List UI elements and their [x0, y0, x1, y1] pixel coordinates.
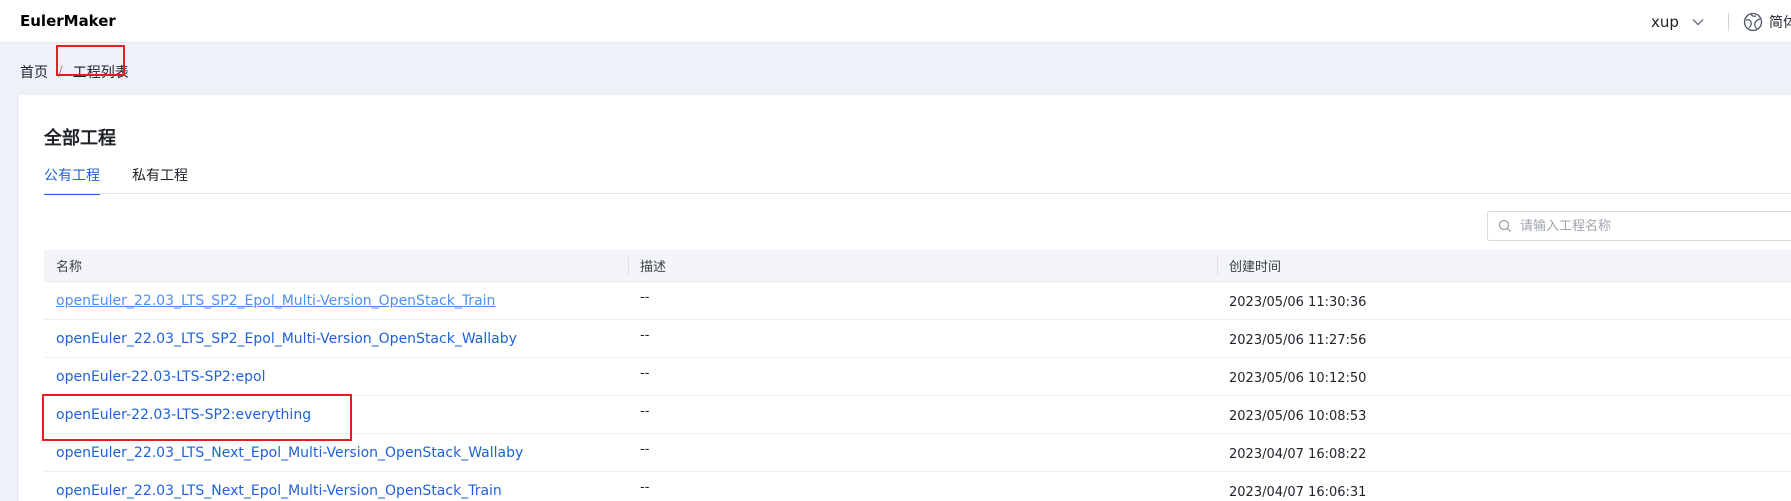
- chevron-down-icon: [1692, 19, 1704, 26]
- page-title: 全部工程: [44, 128, 116, 149]
- table-row: openEuler_22.03_LTS_Next_Epol_Multi-Vers…: [44, 434, 1791, 472]
- tabs-divider: [44, 193, 1791, 194]
- column-header-name: 名称: [56, 260, 83, 275]
- column-header-created-time: 创建时间: [1217, 250, 1791, 281]
- project-description: --: [640, 366, 650, 381]
- table-row: openEuler-22.03-LTS-SP2:everything -- 20…: [44, 396, 1791, 434]
- project-created-time: 2023/05/06 10:12:50: [1229, 370, 1367, 386]
- globe-icon: [1743, 12, 1763, 32]
- project-search: [1487, 211, 1791, 241]
- breadcrumb-separator: /: [58, 64, 63, 80]
- project-link[interactable]: openEuler_22.03_LTS_SP2_Epol_Multi-Versi…: [56, 331, 517, 347]
- search-input[interactable]: [1520, 218, 1780, 234]
- project-link[interactable]: openEuler_22.03_LTS_SP2_Epol_Multi-Versi…: [56, 293, 495, 309]
- breadcrumb-home[interactable]: 首页: [20, 62, 48, 82]
- breadcrumb: 首页 / 工程列表: [20, 62, 129, 82]
- project-created-time: 2023/05/06 10:08:53: [1229, 408, 1367, 424]
- project-tabs: 公有工程 私有工程: [44, 165, 188, 195]
- project-created-time: 2023/05/06 11:27:56: [1229, 332, 1367, 348]
- project-created-time: 2023/04/07 16:06:31: [1229, 484, 1367, 500]
- project-link[interactable]: openEuler-22.03-LTS-SP2:everything: [56, 407, 311, 423]
- breadcrumb-current: 工程列表: [72, 65, 129, 81]
- table-row: openEuler-22.03-LTS-SP2:epol -- 2023/05/…: [44, 358, 1791, 396]
- language-label: 简体中文: [1769, 15, 1791, 31]
- table-row: openEuler_22.03_LTS_Next_Epol_Multi-Vers…: [44, 472, 1791, 501]
- table-header: 名称 描述 创建时间: [44, 250, 1791, 282]
- project-link[interactable]: openEuler_22.03_LTS_Next_Epol_Multi-Vers…: [56, 445, 523, 461]
- project-description: --: [640, 290, 650, 305]
- user-menu[interactable]: xup: [1651, 13, 1705, 31]
- project-link[interactable]: openEuler_22.03_LTS_Next_Epol_Multi-Vers…: [56, 483, 502, 499]
- projects-table: 名称 描述 创建时间 openEuler_22.03_LTS_SP2_Epol_…: [44, 250, 1791, 501]
- project-created-time: 2023/05/06 11:30:36: [1229, 294, 1367, 310]
- app-brand[interactable]: EulerMaker: [20, 12, 116, 30]
- project-created-time: 2023/04/07 16:08:22: [1229, 446, 1367, 462]
- project-link[interactable]: openEuler-22.03-LTS-SP2:epol: [56, 369, 265, 385]
- user-name: xup: [1651, 13, 1679, 31]
- project-description: --: [640, 480, 650, 495]
- table-row: openEuler_22.03_LTS_SP2_Epol_Multi-Versi…: [44, 282, 1791, 320]
- top-bar: EulerMaker xup 简体中文: [0, 0, 1791, 43]
- project-description: --: [640, 328, 650, 343]
- search-icon: [1498, 219, 1511, 232]
- language-switcher[interactable]: 简体中文: [1743, 12, 1791, 32]
- tab-private-projects[interactable]: 私有工程: [132, 165, 188, 195]
- table-row: openEuler_22.03_LTS_SP2_Epol_Multi-Versi…: [44, 320, 1791, 358]
- column-header-description: 描述: [628, 250, 1217, 281]
- project-description: --: [640, 404, 650, 419]
- header-divider: [1728, 13, 1729, 31]
- tab-public-projects[interactable]: 公有工程: [44, 165, 100, 195]
- project-description: --: [640, 442, 650, 457]
